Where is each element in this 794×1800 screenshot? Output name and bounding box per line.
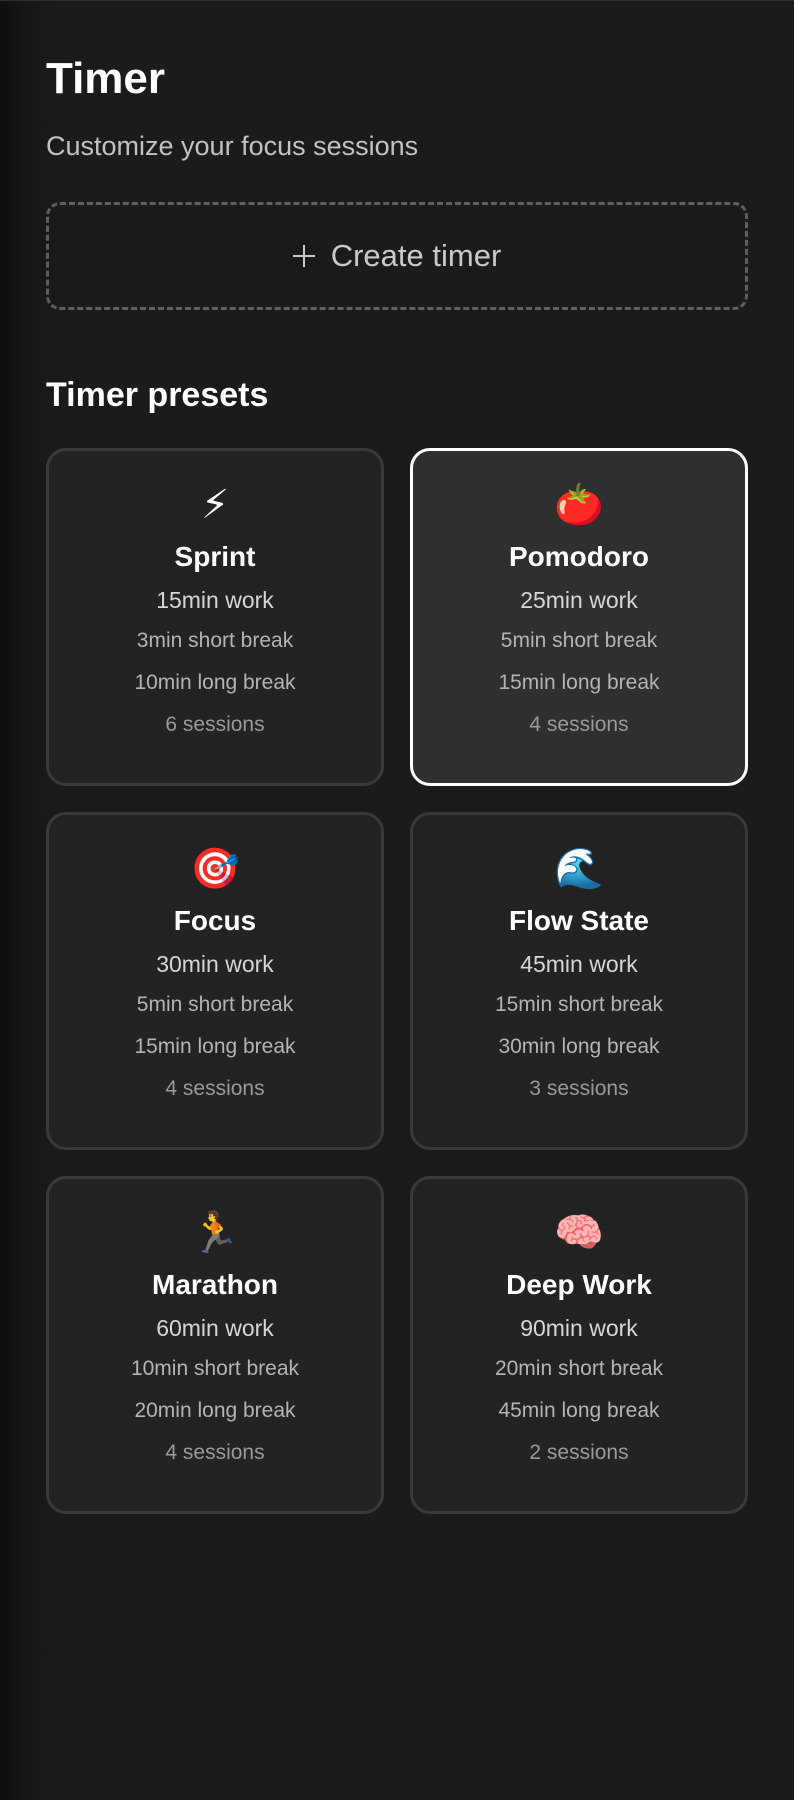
- preset-card-marathon[interactable]: 🏃 Marathon 60min work 10min short break …: [46, 1176, 384, 1514]
- presets-section-title: Timer presets: [46, 376, 269, 414]
- preset-name: Sprint: [174, 541, 256, 572]
- brain-icon: 🧠: [554, 1210, 604, 1256]
- plus-icon: [292, 245, 315, 267]
- presets-grid: ⚡ Sprint 15min work 3min short break 10m…: [46, 448, 748, 1514]
- page-subtitle: Customize your focus sessions: [46, 131, 419, 161]
- preset-short-break: 15min short break: [494, 993, 664, 1016]
- preset-short-break: 20min short break: [494, 1357, 664, 1380]
- create-timer-label: Create timer: [330, 238, 502, 273]
- preset-long-break: 45min long break: [498, 1399, 660, 1422]
- preset-name: Focus: [173, 905, 257, 936]
- preset-short-break: 3min short break: [136, 629, 294, 652]
- preset-sessions: 4 sessions: [165, 1077, 265, 1100]
- timer-page: Timer Customize your focus sessions Crea…: [0, 0, 794, 1800]
- preset-card-focus[interactable]: 🎯 Focus 30min work 5min short break 15mi…: [46, 812, 384, 1150]
- create-timer-button[interactable]: Create timer: [46, 202, 748, 310]
- preset-sessions: 2 sessions: [529, 1441, 629, 1464]
- preset-short-break: 5min short break: [500, 629, 658, 652]
- wave-icon: 🌊: [554, 846, 604, 892]
- target-icon: 🎯: [190, 846, 240, 892]
- preset-work-duration: 90min work: [520, 1315, 638, 1341]
- preset-name: Pomodoro: [509, 541, 649, 572]
- preset-work-duration: 45min work: [520, 951, 638, 977]
- preset-long-break: 20min long break: [134, 1399, 296, 1422]
- preset-card-deep-work[interactable]: 🧠 Deep Work 90min work 20min short break…: [410, 1176, 748, 1514]
- preset-sessions: 6 sessions: [165, 713, 265, 736]
- preset-name: Deep Work: [506, 1269, 652, 1300]
- preset-card-sprint[interactable]: ⚡ Sprint 15min work 3min short break 10m…: [46, 448, 384, 786]
- runner-icon: 🏃: [190, 1210, 240, 1256]
- page-title: Timer: [46, 54, 166, 103]
- lightning-icon: ⚡: [200, 482, 230, 528]
- preset-card-flow-state[interactable]: 🌊 Flow State 45min work 15min short brea…: [410, 812, 748, 1150]
- preset-card-pomodoro[interactable]: 🍅 Pomodoro 25min work 5min short break 1…: [410, 448, 748, 786]
- preset-short-break: 5min short break: [136, 993, 294, 1016]
- preset-work-duration: 60min work: [156, 1315, 274, 1341]
- preset-long-break: 15min long break: [498, 671, 660, 694]
- preset-name: Flow State: [508, 905, 649, 936]
- tomato-icon: 🍅: [554, 482, 604, 528]
- preset-long-break: 10min long break: [134, 671, 296, 694]
- preset-work-duration: 30min work: [156, 951, 274, 977]
- preset-short-break: 10min short break: [130, 1357, 300, 1380]
- preset-work-duration: 15min work: [156, 587, 274, 613]
- preset-sessions: 3 sessions: [529, 1077, 629, 1100]
- preset-sessions: 4 sessions: [165, 1441, 265, 1464]
- preset-name: Marathon: [152, 1269, 278, 1300]
- preset-long-break: 15min long break: [134, 1035, 296, 1058]
- preset-long-break: 30min long break: [498, 1035, 660, 1058]
- preset-sessions: 4 sessions: [529, 713, 629, 736]
- preset-work-duration: 25min work: [520, 587, 638, 613]
